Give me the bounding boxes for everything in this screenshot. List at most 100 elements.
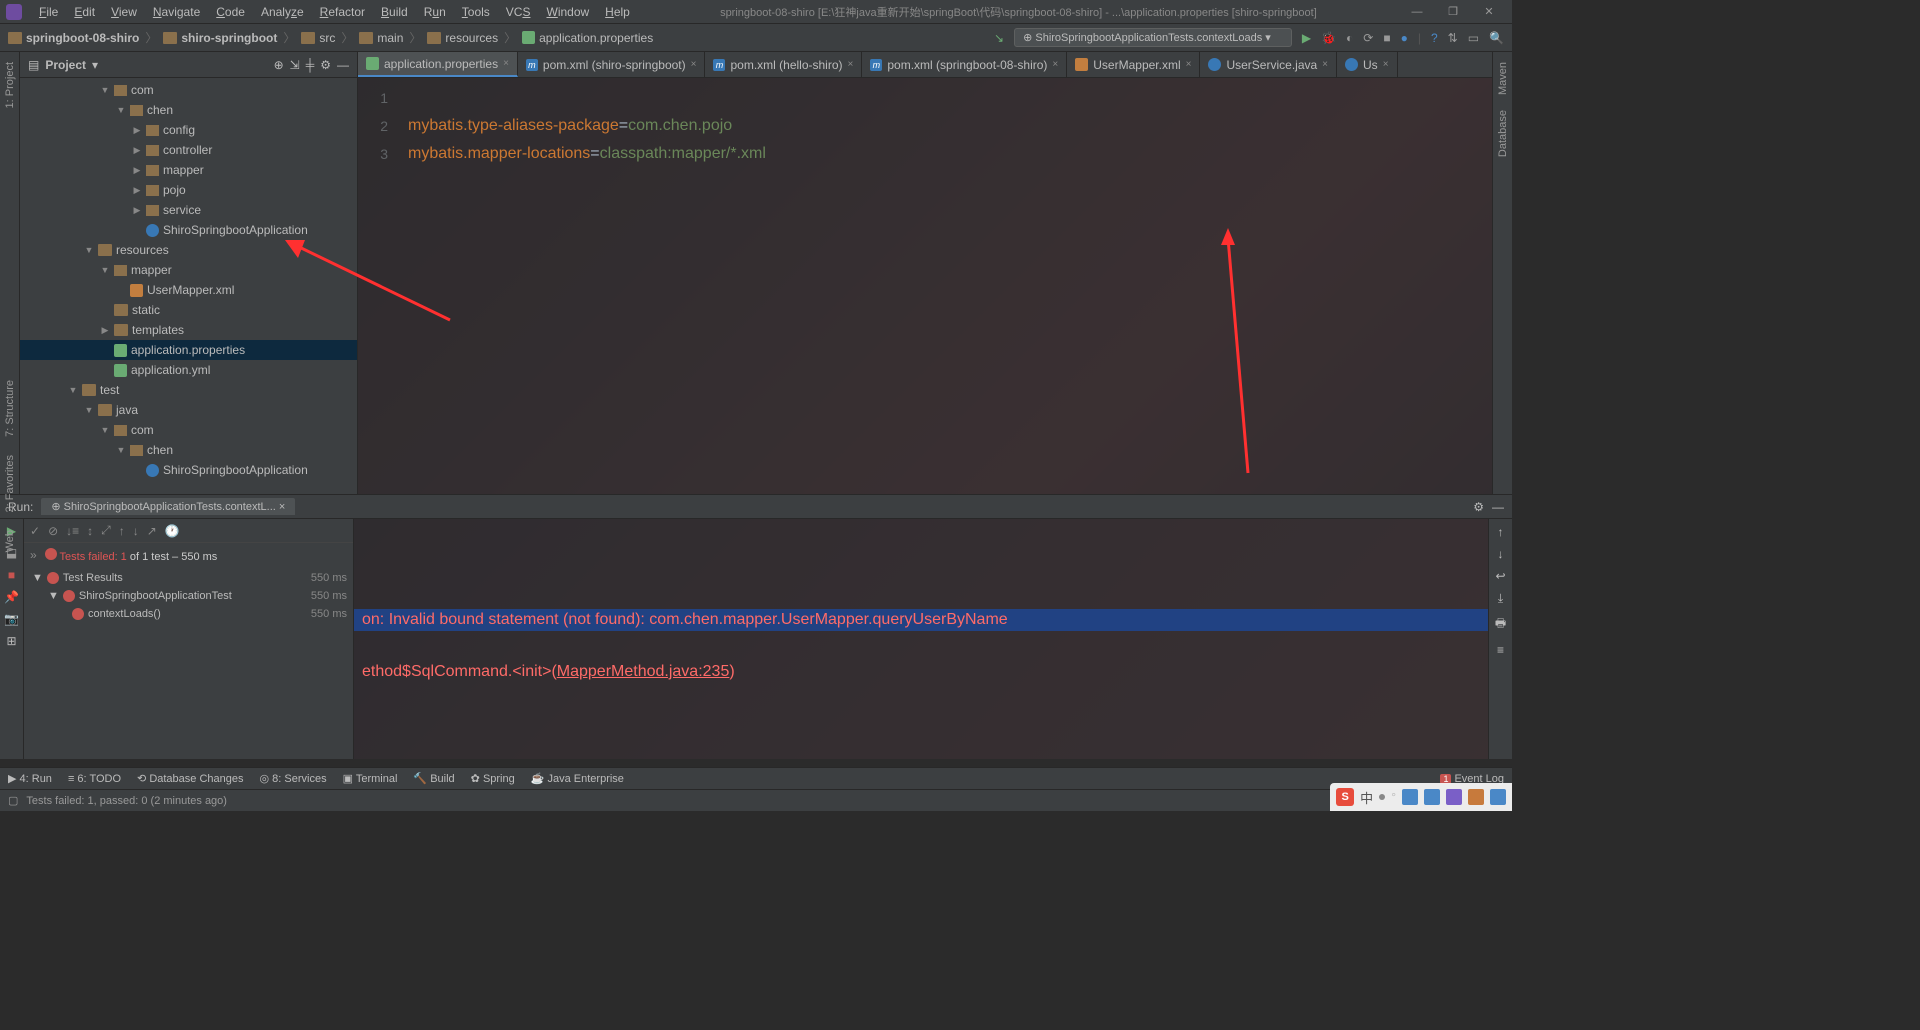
project-dropdown[interactable]: ▾ [92, 58, 98, 72]
run-config-dropdown[interactable]: ⊕ ShiroSpringbootApplicationTests.contex… [1014, 28, 1292, 47]
tree-node[interactable]: ▼com [20, 80, 357, 100]
scroll-end-icon[interactable]: ⤓ [1498, 591, 1503, 606]
menu-build[interactable]: Build [374, 3, 415, 21]
tool-favorites[interactable]: 2: Favorites [4, 455, 16, 512]
tree-node[interactable]: ShiroSpringbootApplication [20, 460, 357, 480]
menu-refactor[interactable]: Refactor [313, 3, 372, 21]
tree-node[interactable]: static [20, 300, 357, 320]
menu-tools[interactable]: Tools [455, 3, 497, 21]
passed-icon[interactable]: ✓ [30, 524, 40, 538]
status-terminal[interactable]: ▣ Terminal [343, 772, 398, 785]
locate-icon[interactable]: ⊕ [274, 58, 284, 72]
layout-button[interactable]: ⊞ [4, 633, 20, 649]
status-dbchanges[interactable]: ⟲ Database Changes [137, 772, 243, 785]
status-widget-icon[interactable]: ▢ [8, 794, 18, 807]
settings-icon[interactable]: ⚙ [320, 58, 331, 72]
tool-maven[interactable]: Maven [1497, 62, 1509, 95]
close-button[interactable]: ✕ [1472, 5, 1506, 18]
console-output[interactable]: on: Invalid bound statement (not found):… [354, 519, 1488, 759]
run-settings-icon[interactable]: ⚙ [1473, 500, 1484, 514]
ime-emoji-icon[interactable] [1424, 789, 1440, 805]
status-services[interactable]: ◎ 8: Services [260, 772, 327, 785]
run-button[interactable]: ▶ [1302, 31, 1311, 45]
coverage-button[interactable]: ◐ [1346, 31, 1353, 45]
menu-run[interactable]: Run [417, 3, 453, 21]
code-editor[interactable]: 1 2 3 mybatis.type-aliases-package=com.c… [358, 78, 1492, 494]
collapse-all-icon[interactable]: ⤢ [101, 523, 111, 538]
tree-node[interactable]: UserMapper.xml [20, 280, 357, 300]
tool-web[interactable]: Web [4, 530, 16, 552]
tree-node[interactable]: ▶templates [20, 320, 357, 340]
hide-icon[interactable]: — [337, 58, 349, 72]
pin-button[interactable]: 📌 [4, 589, 20, 605]
tree-node[interactable]: ▼resources [20, 240, 357, 260]
run-hide-icon[interactable]: — [1492, 500, 1504, 514]
scroll-top-icon[interactable]: ↑ [1498, 525, 1504, 539]
crumb-src[interactable]: src [301, 31, 335, 45]
crumb-module[interactable]: shiro-springboot [163, 31, 277, 45]
tree-node[interactable]: ▶pojo [20, 180, 357, 200]
close-tab-icon[interactable]: × [1322, 59, 1328, 70]
tool-project[interactable]: 1: Project [4, 62, 16, 108]
sogou-icon[interactable]: S [1336, 788, 1354, 806]
menu-help[interactable]: Help [598, 3, 637, 21]
profile-button[interactable]: ⟳ [1363, 31, 1373, 45]
menu-view[interactable]: View [104, 3, 144, 21]
ime-skin-icon[interactable] [1446, 789, 1462, 805]
scroll-bottom-icon[interactable]: ↓ [1498, 547, 1504, 561]
print-icon[interactable]: 🖶 [1495, 614, 1506, 635]
menu-edit[interactable]: Edit [67, 3, 102, 21]
close-tab-icon[interactable]: × [691, 59, 697, 70]
status-javaee[interactable]: ☕ Java Enterprise [531, 772, 624, 785]
menu-analyze[interactable]: Analyze [254, 3, 311, 21]
prev-icon[interactable]: ↑ [119, 524, 125, 538]
dump-button[interactable]: 📷 [4, 611, 20, 627]
ime-menu-icon[interactable] [1490, 789, 1506, 805]
collapse-icon[interactable]: ╪ [306, 58, 315, 72]
attach-button[interactable]: ● [1401, 31, 1408, 45]
crumb-resources[interactable]: resources [427, 31, 498, 45]
run-tab[interactable]: ⊕ ShiroSpringbootApplicationTests.contex… [41, 498, 295, 515]
help-icon[interactable]: ? [1431, 31, 1438, 45]
menu-vcs[interactable]: VCS [499, 3, 538, 21]
tree-node[interactable]: ▼java [20, 400, 357, 420]
crumb-project[interactable]: springboot-08-shiro [8, 31, 139, 45]
test-method-node[interactable]: contextLoads()550 ms [24, 605, 353, 623]
soft-wrap-icon[interactable]: ↩ [1495, 569, 1505, 583]
status-run[interactable]: ▶ 4: Run [8, 772, 52, 785]
editor-tab[interactable]: UserMapper.xml× [1067, 52, 1200, 77]
stacktrace-link[interactable]: MapperMethod.java:235 [557, 663, 730, 680]
status-build[interactable]: 🔨 Build [413, 772, 454, 785]
tree-node[interactable]: ▼mapper [20, 260, 357, 280]
tree-node[interactable]: application.yml [20, 360, 357, 380]
close-tab-icon[interactable]: × [848, 59, 854, 70]
stop-run-button[interactable]: ■ [4, 567, 20, 583]
search-icon[interactable]: 🔍 [1489, 31, 1504, 45]
tree-node[interactable]: ▶config [20, 120, 357, 140]
close-tab-icon[interactable]: × [1186, 59, 1192, 70]
tree-node[interactable]: ShiroSpringbootApplication [20, 220, 357, 240]
crumb-file[interactable]: application.properties [522, 31, 653, 45]
crumb-main[interactable]: main [359, 31, 403, 45]
tree-node[interactable]: ▶service [20, 200, 357, 220]
build-icon[interactable]: ↘ [994, 31, 1004, 45]
menu-code[interactable]: Code [209, 3, 252, 21]
tree-node[interactable]: ▼test [20, 380, 357, 400]
stop-button[interactable]: ■ [1383, 31, 1390, 45]
ime-toolbar[interactable]: S 中 ° [1330, 783, 1512, 811]
tree-node[interactable]: ▶controller [20, 140, 357, 160]
expand-all-icon[interactable]: ↕ [87, 524, 93, 538]
export-icon[interactable]: ↗ [147, 524, 157, 538]
tool-structure[interactable]: 7: Structure [4, 380, 16, 437]
sort-icon[interactable]: ↓≡ [66, 524, 79, 538]
ime-softkb-icon[interactable] [1402, 789, 1418, 805]
next-icon[interactable]: ↓ [133, 524, 139, 538]
tree-node[interactable]: ▼com [20, 420, 357, 440]
menu-file[interactable]: File [32, 3, 65, 21]
ime-tool-icon[interactable] [1468, 789, 1484, 805]
editor-tab[interactable]: mpom.xml (hello-shiro)× [705, 52, 862, 77]
status-todo[interactable]: ≡ 6: TODO [68, 773, 121, 785]
ime-lang[interactable]: 中 [1360, 788, 1373, 807]
close-tab-icon[interactable]: × [1383, 59, 1389, 70]
tree-node[interactable]: ▼chen [20, 440, 357, 460]
